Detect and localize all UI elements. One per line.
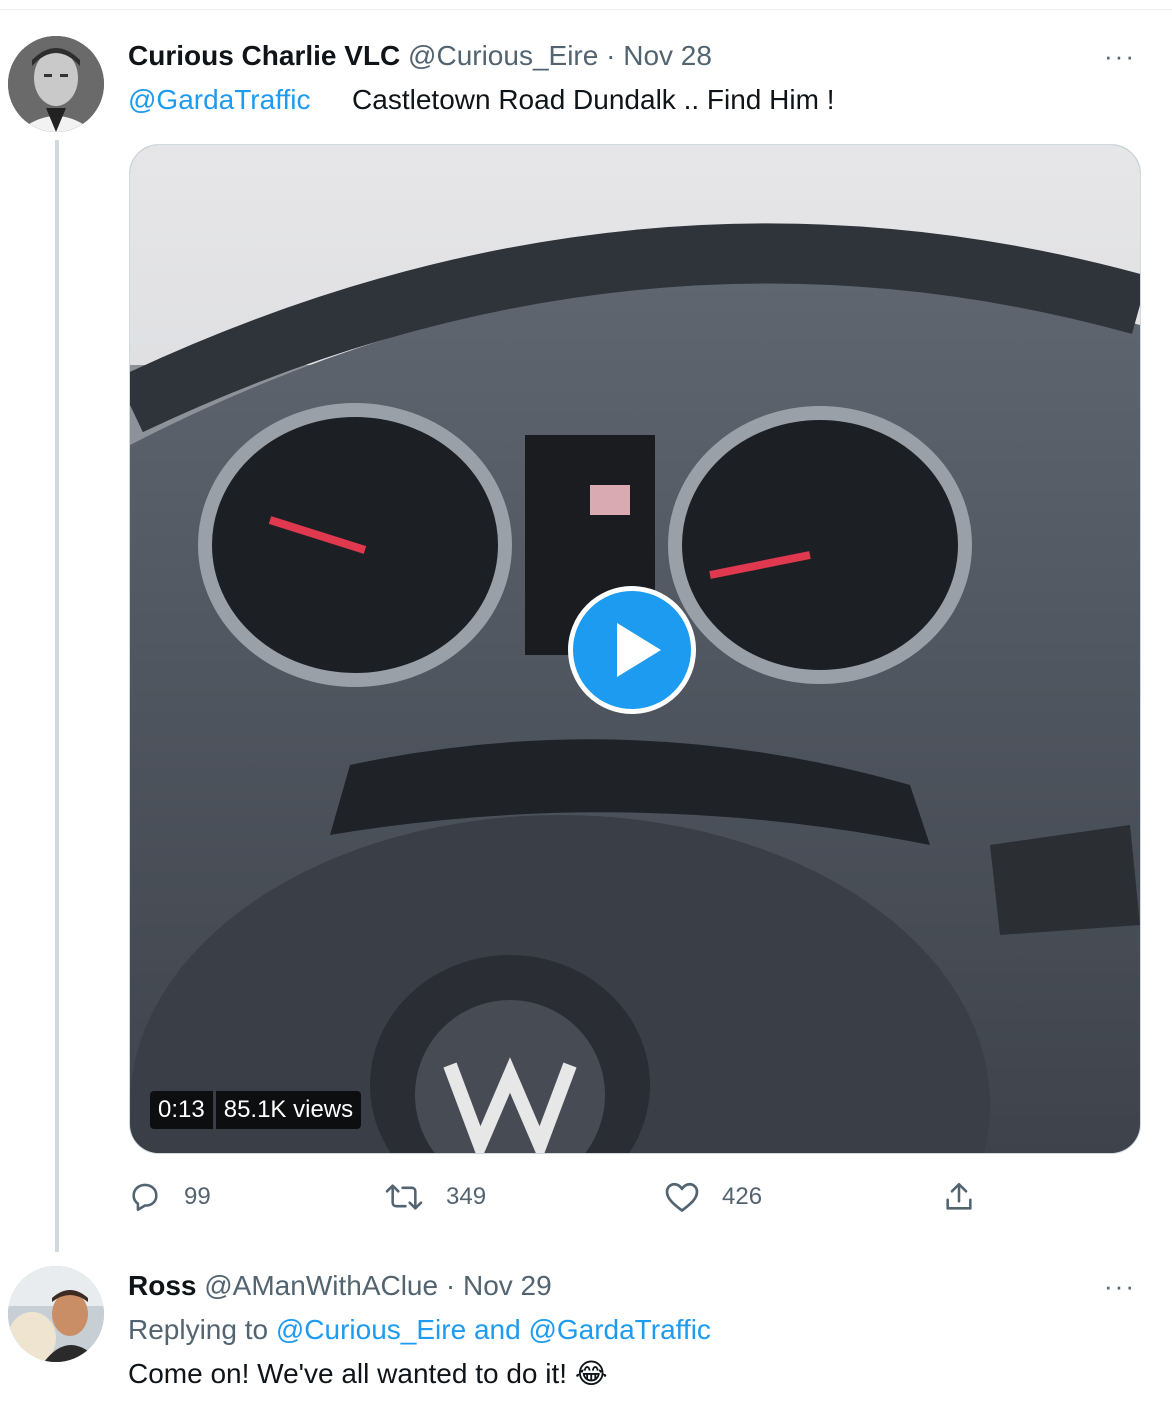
- replying-to-and: and: [473, 1314, 521, 1345]
- tweet-date[interactable]: Nov 28: [623, 40, 712, 71]
- retweet-action[interactable]: 349: [384, 1180, 486, 1214]
- replying-to-user-curious-eire[interactable]: @Curious_Eire: [276, 1314, 466, 1345]
- video-views: 85.1K views: [215, 1091, 362, 1129]
- play-button[interactable]: [568, 586, 696, 714]
- laughing-emoji-icon: 😂: [574, 1358, 608, 1389]
- tweet-header: Curious Charlie VLC @Curious_Eire · Nov …: [128, 38, 712, 74]
- replying-to-user-gardatraffic[interactable]: @GardaTraffic: [528, 1314, 710, 1345]
- reply-header: Ross @AManWithAClue · Nov 29: [128, 1268, 552, 1304]
- reply-header-separator: ·: [445, 1270, 456, 1301]
- user-handle[interactable]: @Curious_Eire: [408, 40, 598, 71]
- tweet-body: Castletown Road Dundalk .. Find Him !: [352, 84, 835, 115]
- reply-display-name[interactable]: Ross: [128, 1270, 196, 1301]
- reply-body: Come on! We've all wanted to do it!: [128, 1358, 568, 1389]
- top-divider: [0, 9, 1172, 10]
- reply-user-handle[interactable]: @AManWithAClue: [204, 1270, 438, 1301]
- video-duration: 0:13: [150, 1091, 213, 1129]
- like-action[interactable]: 426: [664, 1180, 762, 1214]
- avatar-ross[interactable]: [8, 1266, 104, 1362]
- avatar-curious-charlie[interactable]: [8, 36, 104, 132]
- video-info-badge: 0:13 85.1K views: [150, 1091, 362, 1129]
- tweet-text: @GardaTraffic Castletown Road Dundalk ..…: [128, 82, 834, 118]
- heart-icon: [665, 1182, 699, 1212]
- display-name[interactable]: Curious Charlie VLC: [128, 40, 400, 71]
- more-options-icon[interactable]: ···: [1104, 43, 1136, 69]
- replying-to-line: Replying to @Curious_Eire and @GardaTraf…: [128, 1312, 711, 1348]
- header-separator: ·: [606, 40, 616, 71]
- replying-to-prefix: Replying to: [128, 1314, 269, 1345]
- share-icon: [946, 1182, 972, 1210]
- reply-icon: [132, 1183, 158, 1212]
- play-icon: [617, 623, 661, 677]
- retweet-icon: [385, 1184, 423, 1210]
- reply-count: 99: [184, 1183, 211, 1210]
- video-player[interactable]: 0:13 85.1K views: [129, 144, 1141, 1154]
- thread-connector-line: [55, 140, 59, 1252]
- reply-text: Come on! We've all wanted to do it! 😂: [128, 1356, 608, 1392]
- reply-action[interactable]: 99: [128, 1180, 211, 1214]
- retweet-count: 349: [446, 1183, 487, 1210]
- reply-date[interactable]: Nov 29: [463, 1270, 552, 1301]
- mention-link[interactable]: @GardaTraffic: [128, 84, 310, 115]
- reply-more-options-icon[interactable]: ···: [1104, 1273, 1136, 1299]
- like-count: 426: [722, 1183, 763, 1210]
- share-action[interactable]: [942, 1180, 976, 1214]
